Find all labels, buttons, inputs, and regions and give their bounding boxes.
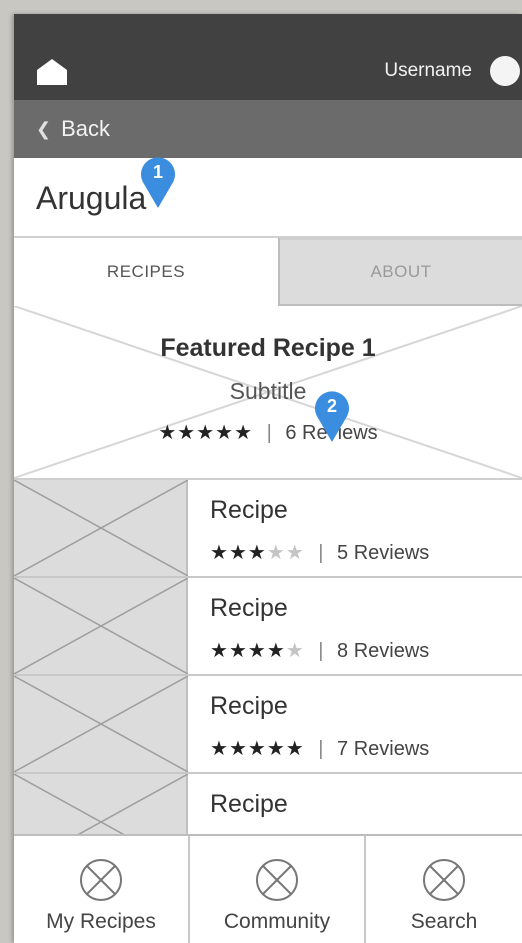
rating-stars: ★★★★★	[210, 542, 305, 564]
star-filled-icon: ★	[266, 738, 286, 760]
placeholder-x-circle-icon	[80, 859, 122, 901]
tab-about[interactable]: ABOUT	[280, 238, 522, 306]
star-filled-icon: ★	[228, 542, 248, 564]
top-bar: Username	[14, 14, 522, 100]
star-filled-icon: ★	[266, 640, 286, 662]
avatar[interactable]	[490, 56, 520, 86]
nav-label: Community	[223, 910, 331, 933]
recipe-title: Recipe	[210, 594, 288, 622]
star-filled-icon: ★	[228, 640, 248, 662]
star-filled-icon: ★	[177, 422, 197, 444]
list-item[interactable]: Recipe ★★★★★ | 7 Reviews	[14, 676, 522, 774]
rating-stars: ★★★★★	[210, 640, 305, 662]
nav-my-recipes[interactable]: My Recipes	[14, 836, 190, 943]
list-item[interactable]: Recipe ★★★★★ | 5 Reviews	[14, 480, 522, 578]
recipe-list: Recipe ★★★★★ | 5 Reviews Recipe ★★★★★ | …	[14, 480, 522, 870]
star-filled-icon: ★	[158, 422, 178, 444]
chevron-left-icon: ❮	[36, 118, 52, 139]
star-filled-icon: ★	[228, 738, 248, 760]
nav-label: Search	[410, 910, 478, 933]
recipe-image-placeholder	[14, 774, 188, 870]
star-filled-icon: ★	[247, 542, 267, 564]
recipe-title: Recipe	[210, 692, 288, 720]
tab-bar: RECIPES ABOUT	[14, 238, 522, 306]
star-filled-icon: ★	[196, 422, 216, 444]
placeholder-x-circle-icon	[256, 859, 298, 901]
nav-search[interactable]: Search	[366, 836, 522, 943]
recipe-meta: ★★★★★ | 8 Reviews	[210, 638, 429, 663]
featured-meta: ★★★★★ | 6 Reviews	[14, 420, 522, 445]
recipe-title: Recipe	[210, 496, 288, 524]
star-empty-icon: ★	[285, 640, 305, 662]
recipe-meta: ★★★★★ | 7 Reviews	[210, 736, 429, 761]
star-filled-icon: ★	[285, 738, 305, 760]
recipe-image-placeholder	[14, 578, 188, 674]
nav-label: My Recipes	[46, 910, 156, 933]
star-filled-icon: ★	[210, 640, 229, 662]
divider: |	[318, 640, 324, 662]
annotation-number: 1	[153, 162, 163, 182]
review-count: 5 Reviews	[337, 542, 430, 564]
back-button[interactable]: ❮ Back	[14, 100, 522, 158]
recipe-meta: ★★★★★ | 5 Reviews	[210, 540, 429, 565]
star-empty-icon: ★	[285, 542, 305, 564]
annotation-pin-2: 2	[315, 391, 349, 442]
tab-recipes[interactable]: RECIPES	[14, 238, 280, 306]
review-count: 7 Reviews	[337, 738, 430, 760]
nav-community[interactable]: Community	[190, 836, 366, 943]
tab-about-label: ABOUT	[370, 262, 432, 281]
username-label[interactable]: Username	[384, 60, 472, 82]
featured-subtitle: Subtitle	[229, 378, 307, 404]
star-filled-icon: ★	[247, 640, 267, 662]
annotation-pin-1: 1	[141, 157, 175, 208]
star-filled-icon: ★	[210, 542, 229, 564]
divider: |	[318, 738, 324, 760]
list-item[interactable]: Recipe ★★★★★ | 8 Reviews	[14, 578, 522, 676]
divider: |	[318, 542, 324, 564]
bottom-nav: My Recipes Community Search	[14, 834, 522, 943]
star-filled-icon: ★	[234, 422, 254, 444]
recipe-image-placeholder	[14, 480, 188, 576]
star-filled-icon: ★	[215, 422, 235, 444]
recipe-title: Recipe	[210, 790, 288, 818]
tab-recipes-label: RECIPES	[106, 262, 186, 281]
page-title-row: Arugula	[14, 158, 522, 238]
placeholder-x-circle-icon	[423, 859, 465, 901]
back-label: Back	[61, 116, 111, 141]
star-filled-icon: ★	[247, 738, 267, 760]
rating-stars: ★★★★★	[158, 422, 253, 444]
rating-stars: ★★★★★	[210, 738, 305, 760]
divider: |	[266, 422, 272, 444]
star-filled-icon: ★	[210, 738, 229, 760]
app-frame: Username ❮ Back Arugula RECIPES ABOUT Fe…	[14, 14, 522, 943]
star-empty-icon: ★	[266, 542, 286, 564]
recipe-image-placeholder	[14, 676, 188, 772]
featured-recipe-card[interactable]: Featured Recipe 1 Subtitle ★★★★★ | 6 Rev…	[14, 306, 522, 480]
review-count: 8 Reviews	[337, 640, 430, 662]
annotation-number: 2	[327, 396, 337, 416]
home-icon[interactable]	[36, 58, 68, 86]
page-title: Arugula	[36, 180, 147, 216]
featured-title: Featured Recipe 1	[160, 334, 376, 362]
